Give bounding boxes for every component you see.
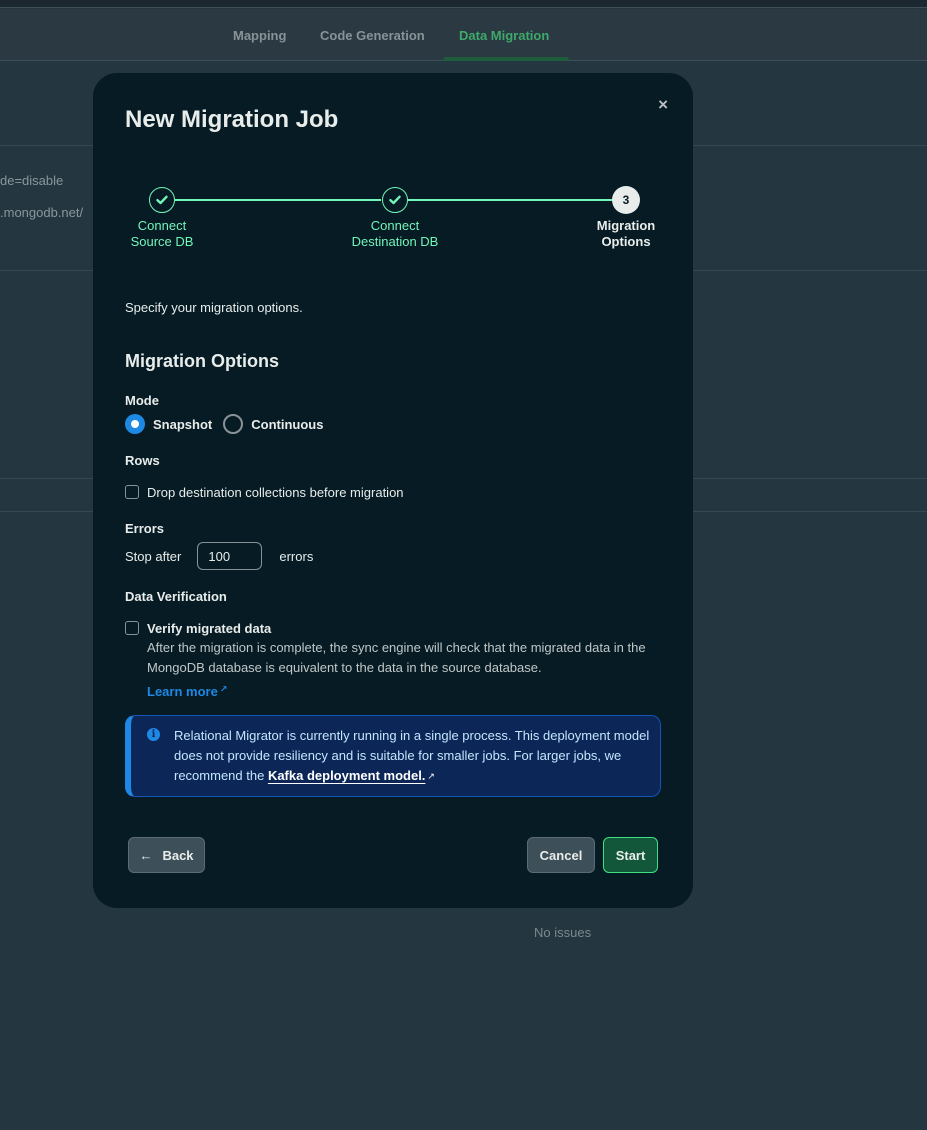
modal-title: New Migration Job <box>125 106 339 133</box>
mode-label: Mode <box>125 393 159 408</box>
learn-more-link[interactable]: Learn more ↗ <box>147 684 227 699</box>
stepper: Connect Source DB Connect Destination DB… <box>93 185 693 255</box>
info-icon: i <box>147 728 160 741</box>
connection-host-fragment: .mongodb.net/ <box>0 205 84 220</box>
window-top-bar <box>0 0 927 8</box>
section-title: Migration Options <box>125 351 279 371</box>
back-button[interactable]: ← Back <box>128 837 205 873</box>
kafka-deployment-link[interactable]: Kafka deployment model. <box>268 768 425 783</box>
step-1-complete-check-icon <box>149 187 175 213</box>
tabs-bar: Mapping Code Generation Data Migration <box>0 9 927 61</box>
step-3-number: 3 <box>612 186 640 214</box>
start-button[interactable]: Start <box>603 837 658 873</box>
step-2-label: Connect Destination DB <box>351 218 439 249</box>
step-1-label: Connect Source DB <box>130 218 194 249</box>
errors-row: Stop after errors <box>125 542 313 570</box>
step-2-complete-check-icon <box>382 187 408 213</box>
snapshot-radio[interactable] <box>125 414 145 434</box>
verify-data-label[interactable]: Verify migrated data <box>147 621 271 636</box>
external-link-icon: ↗ <box>219 684 228 694</box>
drop-collections-label[interactable]: Drop destination collections before migr… <box>147 485 404 500</box>
banner-text: Relational Migrator is currently running… <box>174 728 650 783</box>
tab-data-migration[interactable]: Data Migration <box>459 28 549 43</box>
drop-collections-checkbox[interactable] <box>125 485 139 499</box>
intro-text: Specify your migration options. <box>125 300 303 315</box>
tab-mapping[interactable]: Mapping <box>233 28 286 43</box>
step-connector <box>175 199 381 201</box>
deployment-info-banner: i Relational Migrator is currently runni… <box>125 715 661 797</box>
continuous-radio[interactable] <box>223 414 244 434</box>
errors-suffix-text: errors <box>279 548 314 564</box>
stop-after-text: Stop after <box>125 548 182 564</box>
continuous-radio-label[interactable]: Continuous <box>251 417 323 432</box>
rows-label: Rows <box>125 453 160 468</box>
verify-description: After the migration is complete, the syn… <box>147 640 646 675</box>
connection-string-fragment: de=disable <box>0 173 64 188</box>
errors-label: Errors <box>125 521 165 536</box>
tab-code-generation[interactable]: Code Generation <box>320 28 425 43</box>
data-verification-label: Data Verification <box>125 589 227 604</box>
step-connector <box>408 199 613 201</box>
error-limit-input[interactable] <box>197 542 263 570</box>
close-icon[interactable]: × <box>658 96 668 113</box>
external-link-icon: ↗ <box>427 771 435 781</box>
cancel-button[interactable]: Cancel <box>527 837 595 873</box>
snapshot-radio-label[interactable]: Snapshot <box>153 417 212 432</box>
step-3-label: Migration Options <box>596 218 656 249</box>
active-tab-indicator <box>443 57 569 61</box>
new-migration-job-modal: × New Migration Job Connect Source DB Co… <box>93 73 693 908</box>
issues-status: No issues <box>534 925 592 940</box>
mode-radio-group: Snapshot Continuous <box>125 414 334 434</box>
verify-data-checkbox[interactable] <box>125 621 139 635</box>
arrow-left-icon: ← <box>139 847 153 863</box>
